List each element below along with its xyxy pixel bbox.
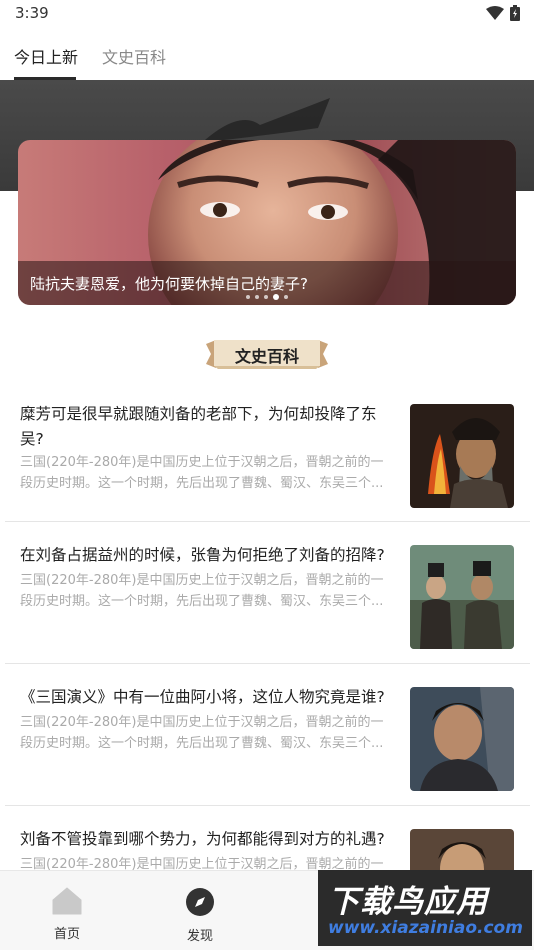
status-time: 3:39 — [15, 4, 49, 22]
home-icon — [52, 887, 82, 915]
article-title: 《三国演义》中有一位曲阿小将，这位人物究竟是谁? — [20, 688, 385, 706]
article-title: 刘备不管投靠到哪个势力，为何都能得到对方的礼遇? — [20, 830, 385, 848]
article-summary: 三国(220年-280年)是中国历史上位于汉朝之后，晋朝之前的一段历史时期。这一… — [20, 573, 384, 609]
pagination-dot[interactable] — [255, 295, 259, 299]
banner-caption: 陆抗夫妻恩爱，他为何要休掉自己的妻子? — [30, 275, 308, 293]
nav-item-discover[interactable]: 发现 — [170, 887, 230, 944]
tab-today-new[interactable]: 今日上新 — [14, 44, 78, 68]
banner-pagination — [18, 294, 516, 300]
nav-label: 发现 — [186, 929, 213, 944]
article-title: 在刘备占据益州的时候，张鲁为何拒绝了刘备的招降? — [20, 546, 385, 564]
tab-history-encyclopedia[interactable]: 文史百科 — [102, 44, 166, 68]
wifi-icon — [486, 6, 504, 20]
battery-icon — [510, 5, 520, 21]
article-summary: 三国(220年-280年)是中国历史上位于汉朝之后，晋朝之前的一段历史时期。这一… — [20, 715, 384, 751]
article-thumbnail — [410, 404, 514, 508]
nav-label: 首页 — [53, 927, 80, 942]
watermark-logo: 下载鸟应用 www.xiazainiao.com — [318, 870, 532, 946]
section-header: 文史百科 — [206, 338, 328, 370]
divider — [5, 521, 530, 522]
watermark-url: www.xiazainiao.com — [328, 918, 523, 938]
pagination-dot[interactable] — [284, 295, 288, 299]
banner-carousel[interactable]: 陆抗夫妻恩爱，他为何要休掉自己的妻子? — [18, 140, 516, 305]
pagination-dot[interactable] — [264, 295, 268, 299]
pagination-dot-active[interactable] — [273, 294, 279, 300]
article-thumbnail — [410, 545, 514, 649]
top-tabs: 今日上新 文史百科 — [0, 30, 534, 80]
status-bar: 3:39 — [0, 0, 534, 28]
pagination-dot[interactable] — [246, 295, 250, 299]
article-thumbnail — [410, 687, 514, 791]
status-icons — [486, 5, 520, 21]
nav-item-home[interactable]: 首页 — [37, 887, 97, 942]
article-summary: 三国(220年-280年)是中国历史上位于汉朝之后，晋朝之前的一段历史时期。这一… — [20, 455, 384, 491]
watermark-title: 下载鸟应用 — [328, 884, 488, 920]
section-title: 文史百科 — [234, 347, 299, 366]
article-title: 糜芳可是很早就跟随刘备的老部下，为何却投降了东吴? — [20, 405, 377, 448]
compass-icon — [186, 888, 214, 916]
divider — [5, 663, 530, 664]
divider — [5, 805, 530, 806]
